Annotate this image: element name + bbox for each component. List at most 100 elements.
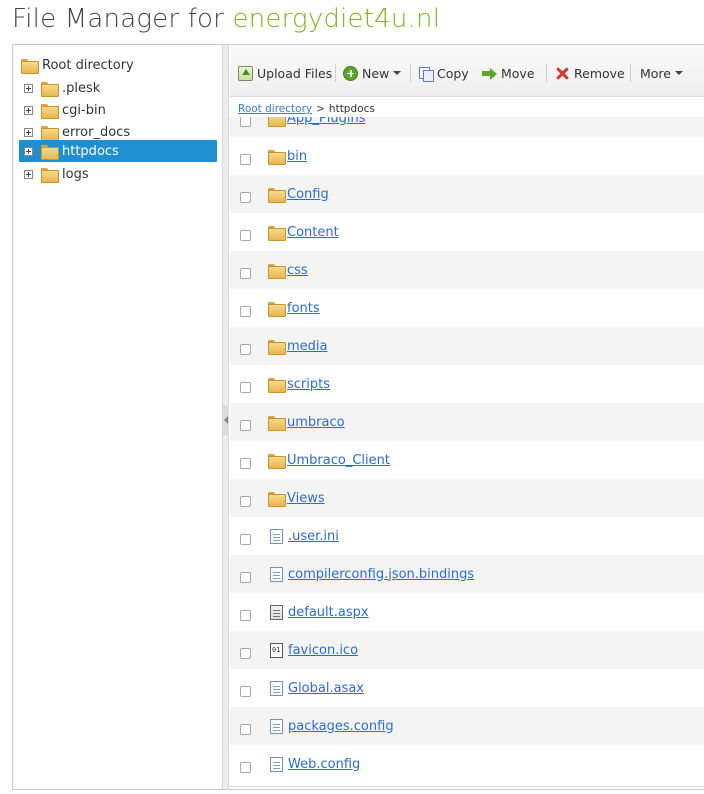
file-row[interactable]: Web.config [230, 745, 704, 783]
file-name-link[interactable]: css [287, 263, 308, 278]
row-checkbox[interactable] [240, 381, 251, 393]
file-name-link[interactable]: packages.config [288, 719, 394, 734]
file-row[interactable]: .user.ini [230, 517, 704, 555]
row-checkbox[interactable] [240, 229, 251, 241]
file-name-link[interactable]: Content [287, 225, 339, 240]
file-row[interactable]: Umbraco_Client [230, 441, 704, 479]
file-row[interactable]: scripts [230, 365, 704, 403]
expand-icon[interactable] [24, 146, 33, 156]
file-manager-frame: Root directory .plesk cgi-bin error_docs… [12, 44, 704, 790]
file-name-link[interactable]: Global.asax [288, 681, 364, 696]
copy-button[interactable]: Copy [418, 63, 469, 83]
file-name-link[interactable]: Umbraco_Client [287, 453, 390, 468]
row-checkbox[interactable] [240, 457, 251, 469]
collapse-handle-icon[interactable] [223, 405, 229, 435]
file-row[interactable]: Config [230, 175, 704, 213]
file-name-link[interactable]: fonts [287, 301, 320, 316]
row-checkbox[interactable] [240, 191, 251, 203]
breadcrumb-separator: > [316, 103, 325, 115]
expand-icon[interactable] [24, 127, 33, 137]
upload-files-button[interactable]: Upload Files [238, 63, 332, 83]
file-row[interactable]: App_Plugins [230, 117, 704, 137]
file-list[interactable]: App_Pluginsbin Config Content css fonts media… [230, 117, 704, 787]
copy-label: Copy [437, 65, 469, 81]
file-list-panel: Upload Files New Copy Move Remove More R… [230, 45, 704, 789]
file-row[interactable]: umbraco [230, 403, 704, 441]
file-row[interactable]: Content [230, 213, 704, 251]
row-checkbox[interactable] [240, 761, 251, 773]
toolbar-divider [630, 64, 631, 82]
move-label: Move [501, 65, 535, 81]
file-name-link[interactable]: .user.ini [288, 529, 339, 544]
tree-root-directory[interactable]: Root directory [21, 55, 134, 75]
folder-icon [41, 167, 59, 183]
file-name-link[interactable]: favicon.ico [288, 643, 358, 658]
row-checkbox[interactable] [240, 723, 251, 735]
file-row[interactable]: media [230, 327, 704, 365]
toolbar-divider [546, 64, 547, 82]
move-button[interactable]: Move [482, 63, 535, 83]
tree-item-logs[interactable]: logs [19, 163, 217, 185]
file-row[interactable]: css [230, 251, 704, 289]
file-row[interactable]: fonts [230, 289, 704, 327]
row-checkbox[interactable] [240, 685, 251, 697]
panel-splitter[interactable] [223, 45, 229, 789]
breadcrumb-root-link[interactable]: Root directory [238, 103, 312, 115]
expand-icon[interactable] [24, 105, 33, 115]
more-label: More [640, 65, 671, 81]
remove-x-icon [555, 66, 570, 81]
file-name-link[interactable]: scripts [287, 377, 330, 392]
folder-icon [41, 81, 59, 97]
expand-icon[interactable] [24, 83, 33, 93]
file-row[interactable]: favicon.ico [230, 631, 704, 669]
folder-icon [268, 225, 286, 241]
aspx-file-icon [270, 604, 283, 620]
remove-label: Remove [574, 65, 625, 81]
folder-icon [268, 187, 286, 203]
file-name-link[interactable]: Web.config [288, 757, 360, 772]
more-button[interactable]: More [640, 63, 683, 83]
row-checkbox[interactable] [240, 533, 251, 545]
row-checkbox[interactable] [240, 153, 251, 165]
file-row[interactable]: bin [230, 137, 704, 175]
page-title-domain: energydiet4u.nl [232, 4, 441, 34]
row-checkbox[interactable] [240, 495, 251, 507]
file-name-link[interactable]: compilerconfig.json.bindings [288, 567, 474, 582]
row-checkbox[interactable] [240, 305, 251, 317]
file-name-link[interactable]: bin [287, 149, 307, 164]
expand-icon[interactable] [24, 169, 33, 179]
folder-icon [41, 144, 59, 160]
file-list-rows: App_Pluginsbin Config Content css fonts media… [230, 117, 704, 783]
row-checkbox[interactable] [240, 571, 251, 583]
tree-item-httpdocs[interactable]: httpdocs [19, 140, 217, 162]
folder-icon [41, 103, 59, 119]
file-name-link[interactable]: umbraco [287, 415, 345, 430]
tree-item-plesk[interactable]: .plesk [19, 77, 217, 99]
row-checkbox[interactable] [240, 647, 251, 659]
row-checkbox[interactable] [240, 117, 251, 127]
page-title-prefix: File Manager for [12, 4, 233, 34]
toolbar: Upload Files New Copy Move Remove More [230, 45, 704, 97]
tree-item-cgi-bin[interactable]: cgi-bin [19, 99, 217, 121]
row-checkbox[interactable] [240, 267, 251, 279]
new-button[interactable]: New [343, 63, 402, 83]
file-row[interactable]: Global.asax [230, 669, 704, 707]
file-name-link[interactable]: App_Plugins [287, 117, 365, 126]
file-row[interactable]: Views [230, 479, 704, 517]
file-name-link[interactable]: default.aspx [288, 605, 369, 620]
remove-button[interactable]: Remove [555, 63, 625, 83]
text-file-icon [270, 756, 283, 772]
new-label: New [362, 65, 390, 81]
file-row[interactable]: default.aspx [230, 593, 704, 631]
file-name-link[interactable]: Views [287, 491, 325, 506]
file-row[interactable]: compilerconfig.json.bindings [230, 555, 704, 593]
folder-icon [268, 491, 286, 507]
row-checkbox[interactable] [240, 343, 251, 355]
row-checkbox[interactable] [240, 419, 251, 431]
toolbar-divider [410, 64, 411, 82]
file-row[interactable]: packages.config [230, 707, 704, 745]
folder-icon [268, 263, 286, 279]
file-name-link[interactable]: Config [287, 187, 329, 202]
row-checkbox[interactable] [240, 609, 251, 621]
file-name-link[interactable]: media [287, 339, 328, 354]
